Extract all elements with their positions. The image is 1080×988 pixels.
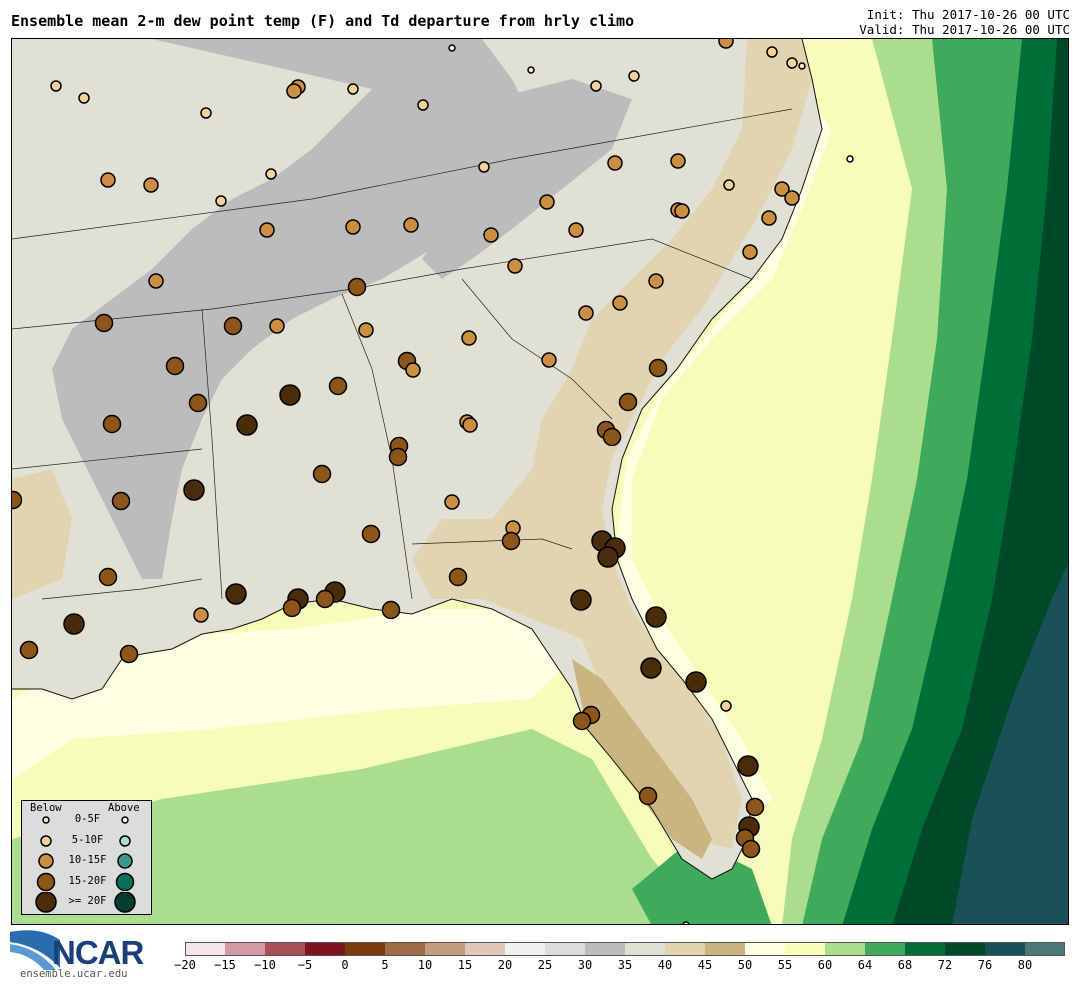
legend-row-label: 10-15F [68, 854, 107, 866]
colorbar-tick: 25 [537, 958, 553, 972]
colorbar-swatch [865, 942, 906, 956]
legend-row-label: 15-20F [68, 875, 107, 887]
colorbar-swatch [945, 942, 986, 956]
legend-row: >= 20F [22, 892, 151, 913]
colorbar-swatch [265, 942, 306, 956]
colorbar-swatch [545, 942, 586, 956]
valid-time: Valid: Thu 2017-10-26 00 UTC [859, 22, 1070, 37]
legend-row: 15-20F [22, 872, 151, 892]
colorbar-swatch [585, 942, 626, 956]
logo-wordmark: NCAR [52, 934, 144, 971]
colorbar-tick: 50 [737, 958, 753, 972]
colorbar-tick: 64 [857, 958, 873, 972]
colorbar-tick: 35 [617, 958, 633, 972]
legend-row: 10-15F [22, 852, 151, 872]
colorbar-tick: 5 [381, 958, 389, 972]
colorbar-swatch [385, 942, 426, 956]
colorbar-swatch [425, 942, 466, 956]
colorbar-tick: 68 [897, 958, 913, 972]
colorbar-tick: −10 [254, 958, 276, 972]
colorbar-swatch [905, 942, 946, 956]
colorbar-swatch [505, 942, 546, 956]
colorbar-tick: 55 [777, 958, 793, 972]
colorbar-tick: 20 [497, 958, 513, 972]
dewpoint-colorbar [185, 942, 1065, 956]
colorbar-tick: 80 [1017, 958, 1033, 972]
map-title: Ensemble mean 2-m dew point temp (F) and… [11, 12, 635, 30]
colorbar-swatch [625, 942, 666, 956]
init-time: Init: Thu 2017-10-26 00 UTC [866, 7, 1070, 22]
colorbar-tick: 76 [977, 958, 993, 972]
colorbar-swatch [185, 942, 226, 956]
colorbar-tick: −15 [214, 958, 236, 972]
colorbar-tick: 0 [341, 958, 349, 972]
colorbar-swatch [785, 942, 826, 956]
colorbar-tick: −20 [174, 958, 196, 972]
colorbar-tick: 45 [697, 958, 713, 972]
map-canvas [12, 39, 1068, 924]
colorbar-swatch [305, 942, 346, 956]
legend-row-label: >= 20F [68, 895, 107, 907]
colorbar-tick: −5 [297, 958, 313, 972]
colorbar-swatch [665, 942, 706, 956]
colorbar-swatch [825, 942, 866, 956]
legend-row-label: 5-10F [71, 834, 104, 846]
colorbar-tick: 15 [457, 958, 473, 972]
colorbar-swatch [225, 942, 266, 956]
dewpoint-map [11, 38, 1069, 925]
colorbar-swatch [1025, 942, 1065, 956]
colorbar-swatch [705, 942, 746, 956]
departure-legend: Below Above 0-5F 5-10F 10-15F 15-20F >= … [21, 800, 152, 915]
colorbar-tick: 72 [937, 958, 953, 972]
colorbar-tick: 30 [577, 958, 593, 972]
colorbar-tick: 10 [417, 958, 433, 972]
colorbar-swatch [985, 942, 1026, 956]
colorbar-tick: 60 [817, 958, 833, 972]
legend-row: 5-10F [22, 832, 151, 852]
colorbar-swatch [345, 942, 386, 956]
colorbar-tick: 40 [657, 958, 673, 972]
colorbar-swatch [465, 942, 506, 956]
run-times: Init: Thu 2017-10-26 00 UTC Valid: Thu 2… [859, 7, 1070, 37]
colorbar-swatch [745, 942, 786, 956]
colorbar-tick-labels: −20 −15 −10 −5 0 5 10 15 20 25 30 35 40 … [174, 958, 1065, 974]
legend-row-label: 0-5F [74, 813, 101, 825]
site-url: ensemble.ucar.edu [20, 968, 128, 980]
legend-row: 0-5F [22, 812, 151, 832]
